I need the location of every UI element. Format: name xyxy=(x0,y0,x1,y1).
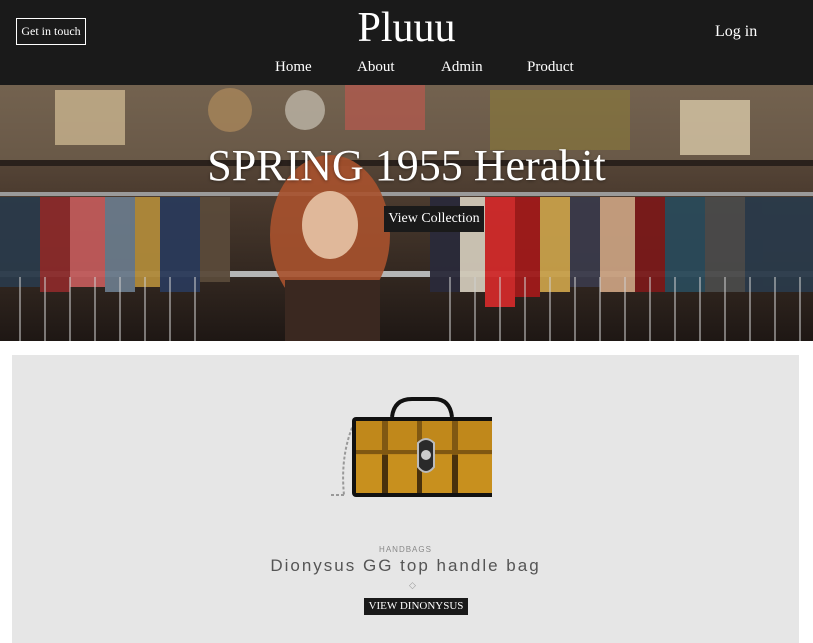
nav-home[interactable]: Home xyxy=(275,57,312,77)
nav-about[interactable]: About xyxy=(357,57,395,77)
view-dionysus-button[interactable]: VIEW DINONYSUS xyxy=(364,598,468,615)
site-header: Get in touch Pluuu Log in Home About Adm… xyxy=(0,0,813,85)
product-card: HANDBAGS Dionysus GG top handle bag ◇ VI… xyxy=(12,355,799,643)
site-logo[interactable]: Pluuu xyxy=(0,3,813,53)
view-collection-button[interactable]: View Collection xyxy=(384,206,484,232)
nav-admin[interactable]: Admin xyxy=(441,57,483,77)
hero-banner: SPRING 1955 Herabit View Collection xyxy=(0,85,813,341)
nav-product[interactable]: Product xyxy=(527,57,574,77)
product-category: HANDBAGS xyxy=(379,545,432,554)
hero-title: SPRING 1955 Herabit xyxy=(207,141,606,190)
login-link[interactable]: Log in xyxy=(715,22,757,42)
main-nav: Home About Admin Product xyxy=(0,57,813,77)
product-name[interactable]: Dionysus GG top handle bag xyxy=(12,555,799,577)
diamond-icon: ◇ xyxy=(409,580,416,590)
handbag-image[interactable] xyxy=(322,395,492,505)
